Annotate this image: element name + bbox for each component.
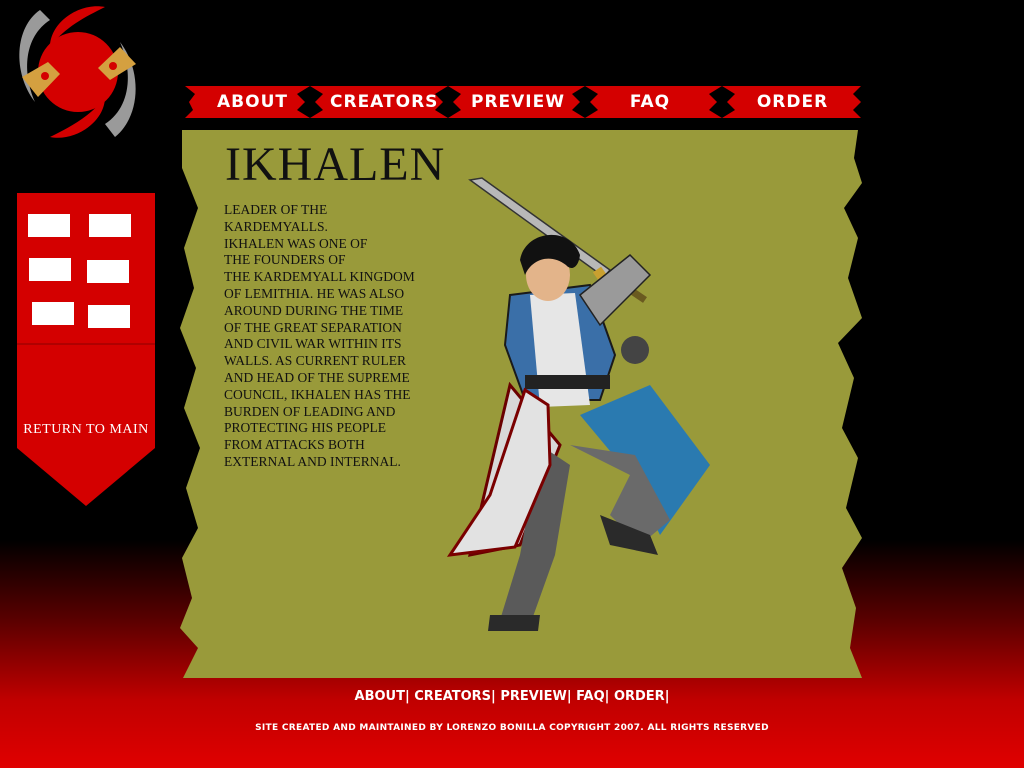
footer-separator: |: [604, 689, 610, 704]
footer-creators-link[interactable]: CREATORS: [414, 689, 491, 704]
character-illustration: [446, 177, 710, 631]
sidebar-thumbnail-1[interactable]: [28, 214, 70, 237]
footer-preview-link[interactable]: PREVIEW: [500, 689, 567, 704]
footer-navigation: ABOUT| CREATORS| PREVIEW| FAQ| ORDER|: [0, 689, 1024, 704]
character-name-heading: IKHALEN: [225, 138, 446, 191]
sidebar-thumbnail-6[interactable]: [88, 305, 130, 328]
sidebar-thumbnail-2[interactable]: [89, 214, 131, 237]
footer-separator: |: [664, 689, 670, 704]
copyright-text: SITE CREATED AND MAINTAINED BY LORENZO B…: [255, 723, 769, 733]
sidebar-panel: RETURN TO MAIN: [17, 193, 155, 508]
nav-faq-link[interactable]: FAQ: [600, 86, 700, 118]
nav-order-link[interactable]: ORDER: [740, 86, 845, 118]
footer-separator: |: [566, 689, 572, 704]
nav-preview-link[interactable]: PREVIEW: [463, 86, 573, 118]
sidebar-thumbnail-5[interactable]: [32, 302, 74, 325]
nav-about-link[interactable]: ABOUT: [205, 86, 300, 118]
sidebar-thumbnail-4[interactable]: [87, 260, 129, 283]
footer-faq-link[interactable]: FAQ: [576, 689, 605, 704]
footer-separator: |: [404, 689, 410, 704]
nav-creators-link[interactable]: CREATORS: [330, 86, 437, 118]
footer-about-link[interactable]: ABOUT: [355, 689, 405, 704]
top-navigation: ABOUT CREATORS PREVIEW FAQ ORDER: [185, 86, 861, 118]
character-bio-text: LEADER OF THE KARDEMYALLS. IKHALEN WAS O…: [224, 202, 415, 469]
sidebar-pennant-shape: [17, 193, 155, 506]
site-logo[interactable]: [10, 2, 145, 142]
return-to-main-link[interactable]: RETURN TO MAIN: [17, 422, 155, 438]
sidebar-thumbnail-3[interactable]: [29, 258, 71, 281]
footer-separator: |: [491, 689, 496, 704]
footer-order-link[interactable]: ORDER: [614, 689, 665, 704]
